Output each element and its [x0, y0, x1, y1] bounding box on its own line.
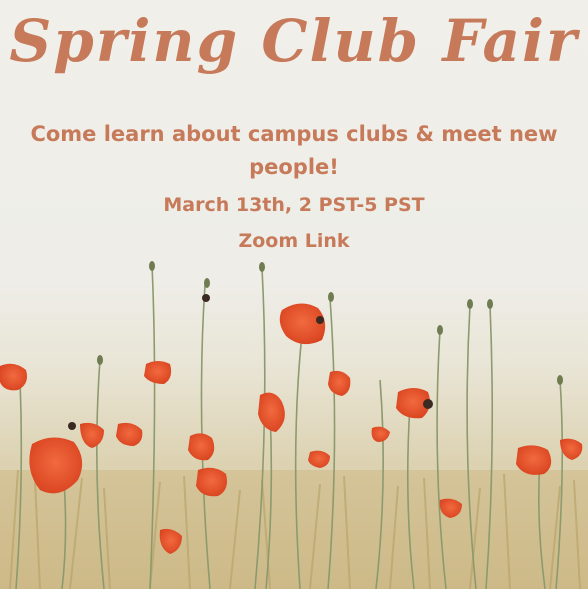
- poppy-field-illustration: [0, 261, 588, 589]
- event-poster: Spring Club Fair Come learn about campus…: [0, 0, 588, 589]
- poster-title: Spring Club Fair: [9, 7, 579, 75]
- poster-subtitle: Come learn about campus clubs & meet new…: [30, 122, 558, 179]
- zoom-link[interactable]: Zoom Link: [0, 230, 588, 252]
- event-date-time: March 13th, 2 PST-5 PST: [163, 194, 425, 216]
